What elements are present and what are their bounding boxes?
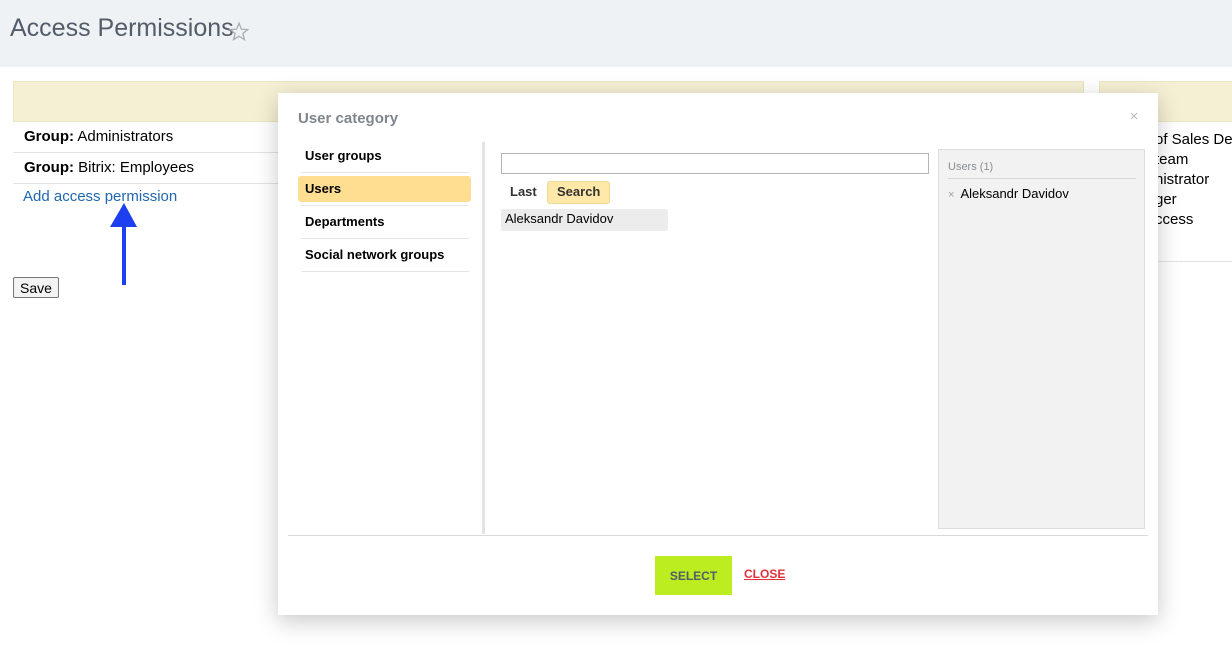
selected-user-item: × Aleksandr Davidov bbox=[948, 186, 1069, 202]
star-icon[interactable] bbox=[228, 21, 250, 43]
permission-row-name: Administrators bbox=[77, 128, 174, 145]
user-category-dialog: User category × User groups Users Depart… bbox=[278, 93, 1158, 615]
right-panel-item: ccess bbox=[1155, 211, 1194, 228]
save-button[interactable]: Save bbox=[13, 277, 59, 298]
right-panel-item: nistrator bbox=[1155, 171, 1210, 188]
tab-social-network-groups[interactable]: Social network groups bbox=[298, 242, 471, 272]
search-input[interactable] bbox=[501, 153, 929, 174]
tab-last[interactable]: Last bbox=[501, 181, 546, 202]
select-button[interactable]: SELECT bbox=[655, 556, 732, 595]
page-header: Access Permissions bbox=[0, 0, 1232, 67]
arrow-up-icon bbox=[110, 203, 137, 285]
close-button[interactable]: CLOSE bbox=[744, 567, 785, 581]
selected-user-name: Aleksandr Davidov bbox=[960, 186, 1069, 201]
right-panel-item: of Sales Dep bbox=[1155, 131, 1232, 148]
remove-icon[interactable]: × bbox=[948, 189, 954, 201]
tab-users[interactable]: Users bbox=[298, 176, 471, 206]
permission-row-prefix: Group: bbox=[24, 159, 74, 176]
tab-search[interactable]: Search bbox=[547, 181, 611, 204]
dialog-title: User category bbox=[298, 110, 399, 127]
tab-departments[interactable]: Departments bbox=[298, 209, 471, 239]
tab-user-groups[interactable]: User groups bbox=[298, 143, 471, 173]
page-title: Access Permissions bbox=[10, 14, 234, 42]
permission-row-name: Bitrix: Employees bbox=[78, 159, 195, 176]
vertical-divider bbox=[482, 142, 485, 534]
right-panel-list: of Sales Dep team nistrator ger ccess bbox=[1155, 130, 1232, 230]
right-panel-item: team bbox=[1155, 151, 1189, 168]
search-result-item[interactable]: Aleksandr Davidov bbox=[501, 209, 668, 231]
selected-users-header: Users (1) bbox=[948, 160, 1136, 179]
permission-row-prefix: Group: bbox=[24, 128, 74, 145]
horizontal-divider bbox=[288, 535, 1148, 536]
close-icon[interactable]: × bbox=[1126, 108, 1142, 126]
selected-users-panel: Users (1) × Aleksandr Davidov bbox=[938, 149, 1145, 529]
category-tabs: User groups Users Departments Social net… bbox=[298, 143, 471, 275]
add-access-permission-link[interactable]: Add access permission bbox=[23, 188, 177, 205]
right-panel-item: ger bbox=[1155, 191, 1177, 208]
